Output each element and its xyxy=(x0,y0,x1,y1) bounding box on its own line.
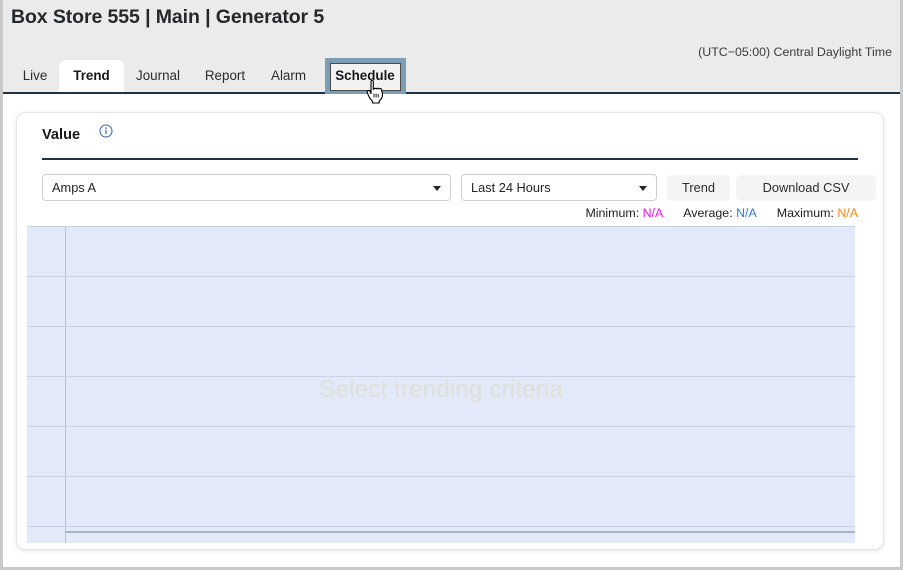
time-range-select[interactable]: Last 24 Hours xyxy=(461,174,657,201)
chevron-down-icon xyxy=(639,186,647,191)
trend-panel-card: Value Amps A Last 24 Hours xyxy=(16,112,884,550)
chart-x-axis xyxy=(65,531,855,533)
tab-live[interactable]: Live xyxy=(13,60,57,92)
minimum-stat: Minimum: N/A xyxy=(585,206,663,220)
tab-report[interactable]: Report xyxy=(195,60,255,92)
chart-gridline xyxy=(27,226,855,227)
page-header: Box Store 555 | Main | Generator 5 (UTC−… xyxy=(3,0,900,94)
time-range-select-label: Last 24 Hours xyxy=(471,180,551,195)
minimum-value: N/A xyxy=(643,206,664,220)
chart-gridline xyxy=(27,426,855,427)
download-csv-button[interactable]: Download CSV xyxy=(736,175,876,201)
chevron-down-icon xyxy=(433,186,441,191)
info-circle-icon[interactable] xyxy=(99,124,113,143)
chart-gridline xyxy=(27,476,855,477)
trend-controls: Amps A Last 24 Hours Trend Download CSV xyxy=(42,174,858,202)
panel-title: Value xyxy=(42,127,80,143)
content-area: Value Amps A Last 24 Hours xyxy=(3,94,900,567)
maximum-label: Maximum: xyxy=(777,206,834,220)
tab-journal[interactable]: Journal xyxy=(126,60,190,92)
timezone-label: (UTC−05:00) Central Daylight Time xyxy=(698,45,892,59)
average-stat: Average: N/A xyxy=(683,206,756,220)
maximum-stat: Maximum: N/A xyxy=(777,206,858,220)
tab-trend[interactable]: Trend xyxy=(59,60,124,92)
statistics-row: Minimum: N/AAverage: N/AMaximum: N/A xyxy=(585,206,858,220)
page-title: Box Store 555 | Main | Generator 5 xyxy=(11,6,324,29)
average-value: N/A xyxy=(736,206,757,220)
maximum-value: N/A xyxy=(837,206,858,220)
tab-alarm[interactable]: Alarm xyxy=(261,60,316,92)
minimum-label: Minimum: xyxy=(585,206,639,220)
value-select[interactable]: Amps A xyxy=(42,174,451,201)
application-window: Box Store 555 | Main | Generator 5 (UTC−… xyxy=(0,0,903,570)
chart-empty-state-text: Select trending criteria xyxy=(27,376,855,404)
tab-schedule[interactable]: Schedule xyxy=(330,60,400,92)
trend-chart[interactable]: Select trending criteria xyxy=(27,226,855,543)
chart-gridline xyxy=(27,526,855,527)
average-label: Average: xyxy=(683,206,732,220)
tab-bar: Live Trend Journal Report Alarm Schedule xyxy=(3,62,900,94)
trend-button[interactable]: Trend xyxy=(667,175,730,201)
chart-gridline xyxy=(27,276,855,277)
panel-divider xyxy=(42,158,858,160)
chart-gridline xyxy=(27,326,855,327)
value-select-label: Amps A xyxy=(52,180,96,195)
